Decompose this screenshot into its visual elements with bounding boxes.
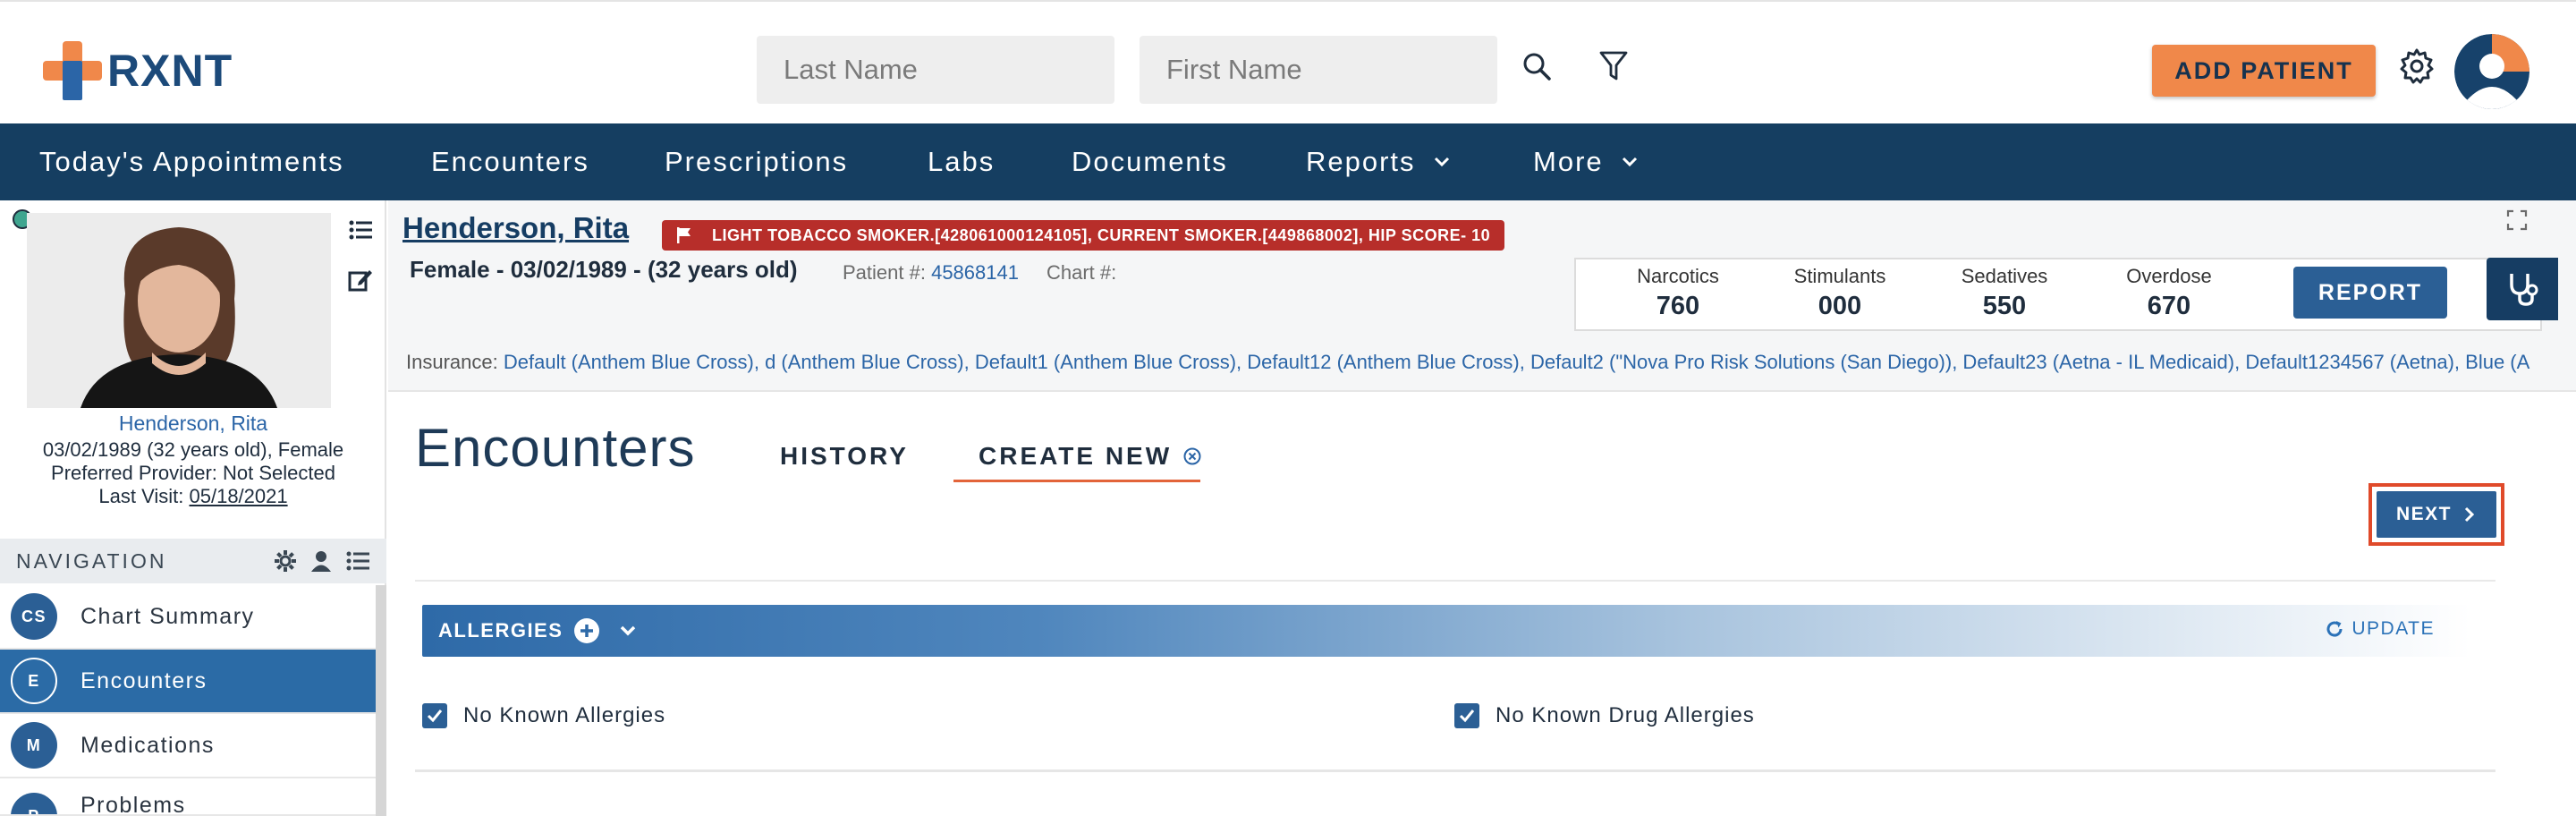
pdmp-stimulants: Stimulants 000 — [1793, 265, 1886, 320]
allergies-section-header: ALLERGIES UPDATE — [422, 605, 2470, 657]
patient-number-label: Patient #: — [843, 261, 926, 284]
sidebar-item-medications[interactable]: M Medications — [0, 714, 376, 778]
nav-more[interactable]: More — [1533, 123, 1640, 200]
sidebar-item-label: Chart Summary — [80, 603, 255, 629]
nav-documents[interactable]: Documents — [1072, 123, 1228, 200]
nav-badge: M — [11, 722, 57, 769]
settings-gear-icon[interactable] — [2397, 47, 2436, 86]
insurance-label: Insurance: — [406, 351, 498, 373]
nav-badge: E — [11, 658, 57, 704]
patient-sidebar: Henderson, Rita 03/02/1989 (32 years old… — [0, 200, 386, 816]
chart-number: Chart #: — [1046, 261, 1117, 284]
active-tab-indicator — [953, 480, 1200, 482]
sidebar-item-label: Problems — [80, 793, 186, 816]
no-known-drug-allergies-label: No Known Drug Allergies — [1496, 703, 1755, 727]
insurance-values[interactable]: Default (Anthem Blue Cross), d (Anthem B… — [504, 351, 2529, 373]
nav-badge: CS — [11, 593, 57, 640]
pdmp-report-button[interactable]: REPORT — [2293, 267, 2447, 319]
insurance-list: Insurance: Default (Anthem Blue Cross), … — [406, 351, 2576, 374]
expand-icon[interactable] — [2506, 209, 2528, 231]
patient-banner: Henderson, Rita LIGHT TOBACCO SMOKER.[42… — [388, 200, 2576, 392]
next-button[interactable]: NEXT — [2377, 491, 2496, 538]
navigation-header: NAVIGATION — [0, 539, 386, 583]
pdmp-narcotics: Narcotics 760 — [1637, 265, 1719, 320]
allergies-label: ALLERGIES — [438, 619, 564, 642]
patient-number: Patient #: 45868141 — [843, 261, 1019, 285]
last-visit-date[interactable]: 05/18/2021 — [190, 485, 288, 507]
refresh-icon — [2326, 621, 2343, 637]
navigation-list-icon[interactable] — [345, 549, 370, 573]
section-divider — [415, 769, 2496, 772]
nav-labs[interactable]: Labs — [928, 123, 995, 200]
nav-todays-appointments[interactable]: Today's Appointments — [39, 123, 344, 200]
banner-demographics: Female - 03/02/1989 - (32 years old) — [410, 256, 798, 283]
sidebar-scrollbar[interactable] — [376, 585, 386, 816]
rxnt-logo[interactable]: RXNT — [41, 39, 233, 102]
sidebar-item-chart-summary[interactable]: CS Chart Summary — [0, 585, 376, 650]
add-allergy-icon[interactable] — [573, 617, 600, 644]
tab-history[interactable]: HISTORY — [780, 442, 909, 471]
banner-patient-name[interactable]: Henderson, Rita — [402, 211, 629, 245]
patient-number-value[interactable]: 45868141 — [931, 261, 1019, 284]
sidebar-last-visit: Last Visit: 05/18/2021 — [0, 485, 386, 508]
checkbox-checked-icon[interactable] — [1454, 703, 1479, 728]
sidebar-item-problems[interactable]: P Problems — [0, 778, 376, 816]
sidebar-item-label: Medications — [80, 732, 215, 758]
pdmp-sedatives: Sedatives 550 — [1961, 265, 2048, 320]
last-visit-label: Last Visit: — [98, 485, 184, 507]
nav-encounters[interactable]: Encounters — [431, 123, 589, 200]
no-known-allergies-label: No Known Allergies — [463, 703, 666, 727]
sidebar-dob-gender: 03/02/1989 (32 years old), Female — [42, 438, 344, 461]
add-patient-button[interactable]: ADD PATIENT — [2152, 45, 2376, 97]
main-navbar: Today's Appointments Encounters Prescrip… — [0, 123, 2576, 200]
patient-alert-badge[interactable]: LIGHT TOBACCO SMOKER.[428061000124105], … — [662, 220, 1505, 251]
search-icon[interactable] — [1517, 47, 1556, 86]
sidebar-item-encounters[interactable]: E Encounters — [0, 650, 376, 714]
pdmp-overdose: Overdose 670 — [2126, 265, 2212, 320]
nav-badge: P — [11, 793, 57, 814]
nav-reports[interactable]: Reports — [1306, 123, 1452, 200]
app-header: RXNT ADD PATIENT — [0, 0, 2576, 123]
sidebar-patient-name[interactable]: Henderson, Rita — [0, 412, 386, 436]
page-title: Encounters — [415, 418, 696, 478]
next-button-highlight: NEXT — [2368, 483, 2504, 546]
patient-photo — [27, 213, 331, 408]
first-name-input[interactable] — [1140, 36, 1497, 104]
flag-icon — [677, 227, 691, 243]
no-known-allergies-checkbox[interactable]: No Known Allergies — [422, 703, 665, 728]
sidebar-preferred-provider: Preferred Provider: Not Selected — [51, 462, 335, 484]
navigation-user-icon[interactable] — [309, 549, 333, 573]
section-divider — [415, 580, 2496, 582]
edit-icon[interactable] — [347, 267, 374, 293]
chevron-down-icon — [1434, 157, 1449, 167]
last-name-input[interactable] — [757, 36, 1114, 104]
chevron-down-icon[interactable] — [618, 621, 638, 641]
navigation-title: NAVIGATION — [16, 548, 167, 573]
checkbox-checked-icon[interactable] — [422, 703, 447, 728]
chevron-right-icon — [2464, 506, 2475, 523]
rxnt-cross-icon — [43, 41, 102, 100]
navigation-settings-icon[interactable] — [274, 549, 297, 573]
sidebar-item-label: Encounters — [80, 667, 208, 693]
filter-icon[interactable] — [1594, 47, 1633, 86]
chevron-down-icon — [1622, 157, 1637, 167]
no-known-drug-allergies-checkbox[interactable]: No Known Drug Allergies — [1454, 703, 1755, 728]
update-allergies-button[interactable]: UPDATE — [2325, 618, 2435, 640]
list-view-icon[interactable] — [347, 217, 374, 243]
logo-text: RXNT — [107, 46, 233, 96]
stethoscope-icon[interactable] — [2487, 258, 2558, 320]
patient-alert-text: LIGHT TOBACCO SMOKER.[428061000124105], … — [712, 225, 1491, 244]
user-avatar[interactable] — [2454, 34, 2529, 109]
tab-create-new[interactable]: CREATE NEW — [979, 442, 1202, 471]
nav-prescriptions[interactable]: Prescriptions — [665, 123, 848, 200]
close-circle-icon[interactable] — [1182, 446, 1202, 466]
